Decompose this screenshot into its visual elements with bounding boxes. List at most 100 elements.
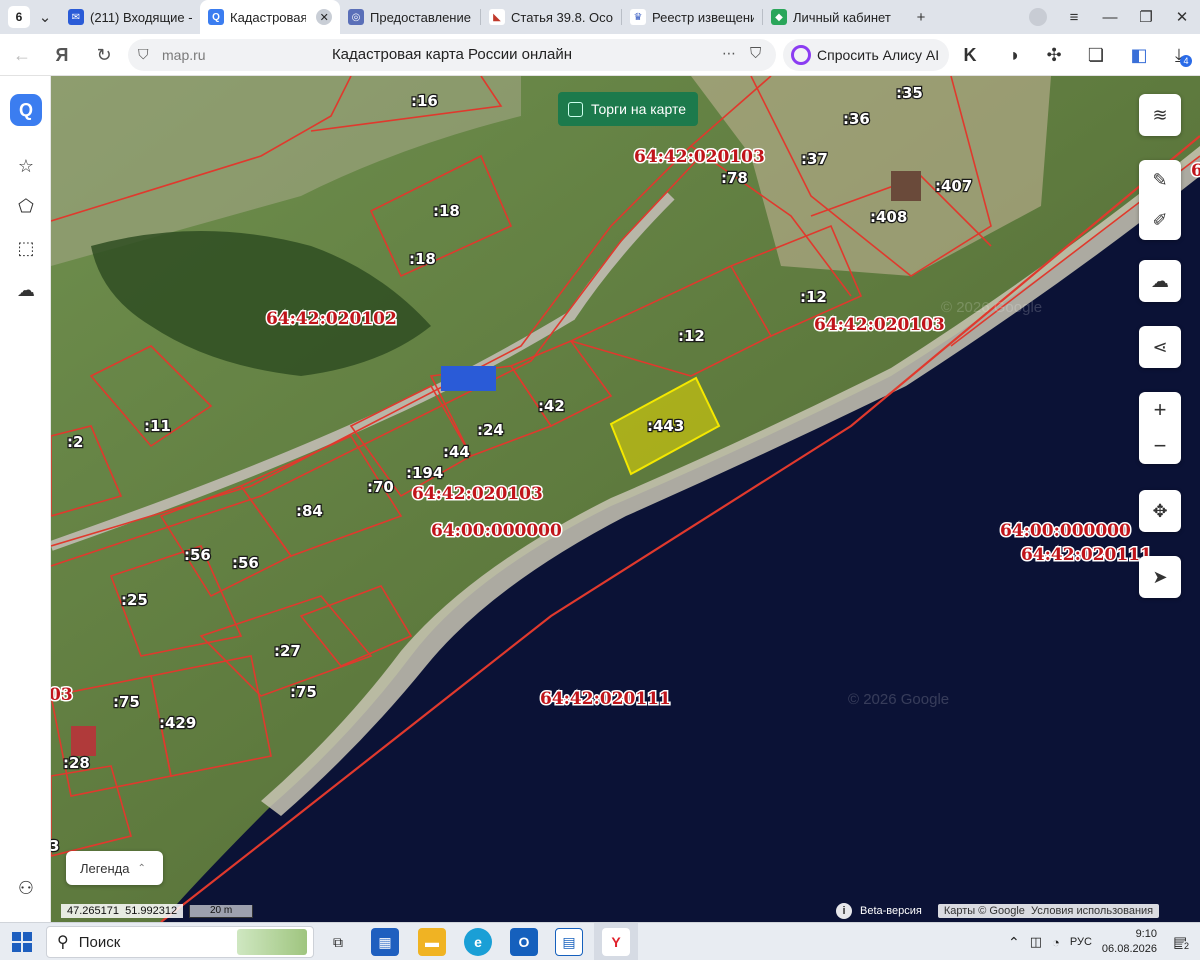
notifications-icon[interactable]: ▤ 2 <box>1173 933 1191 951</box>
notification-count: 2 <box>1181 941 1191 951</box>
task-view-icon[interactable]: ⧉ <box>324 928 352 956</box>
parcel-label: :18 <box>433 202 460 220</box>
parcel-label-partial: 3 <box>51 837 59 855</box>
tab-cabinet[interactable]: ◆ Личный кабинет <box>763 0 903 34</box>
keyboard-icon[interactable]: ◫ <box>1030 934 1042 950</box>
downloads-icon[interactable]: ⤓ 4 <box>1167 43 1192 67</box>
flag-icon: ◣ <box>489 9 505 25</box>
edit-icon[interactable]: ✐ <box>1139 200 1181 240</box>
tab-count-button[interactable]: 6 <box>8 6 30 28</box>
zoom-out-icon[interactable]: − <box>1139 428 1181 464</box>
back-icon[interactable]: ← <box>2 35 42 75</box>
coordinates-box: 47.265171 51.992312 <box>61 904 184 918</box>
outlook-icon[interactable]: O <box>510 928 538 956</box>
cabinet-icon: ◆ <box>771 9 787 25</box>
auctions-on-map-toggle[interactable]: Торги на карте <box>558 92 698 126</box>
menu-icon[interactable]: ≡ <box>1056 0 1092 34</box>
translate-icon[interactable]: ◧ <box>1127 43 1151 67</box>
parcel-label-selected: :443 <box>647 417 684 435</box>
tab-list-chevron-icon[interactable]: ⌄ <box>30 0 60 34</box>
edge-icon[interactable]: e <box>464 928 492 956</box>
parcel-label: :11 <box>144 417 171 435</box>
tab-label: (211) Входящие - <box>90 9 192 25</box>
collections-icon[interactable]: ❏ <box>1084 43 1108 67</box>
mail-icon: ✉ <box>68 9 84 25</box>
windows-start-icon[interactable] <box>12 932 32 952</box>
longitude: 51.992312 <box>125 905 178 917</box>
pan-control: ✥ <box>1139 490 1181 532</box>
tab-label: Личный кабинет <box>793 9 891 25</box>
parcel-label: :37 <box>801 150 828 168</box>
tab-reestr[interactable]: ♛ Реестр извещени <box>622 0 762 34</box>
clock[interactable]: 9:10 06.08.2026 <box>1102 927 1157 957</box>
chevron-up-icon[interactable]: ⌃ <box>1008 934 1020 951</box>
app-logo-icon[interactable]: Q <box>10 94 42 126</box>
reload-icon[interactable]: ↻ <box>84 35 124 75</box>
ruler-icon[interactable]: ✎ <box>1139 160 1181 200</box>
zoom-in-icon[interactable]: + <box>1139 392 1181 428</box>
select-area-icon[interactable]: ⬚ <box>10 232 42 264</box>
windows-taskbar: ⚲ Поиск ⧉ ▦ ▬ e O ▤ Y ⌃ ◫ ◔ РУС 9:10 06.… <box>0 922 1200 960</box>
new-tab-icon[interactable]: + <box>903 0 939 34</box>
profile-icon[interactable] <box>1020 0 1056 34</box>
quarter-label: 64:00:000000 <box>1000 521 1131 541</box>
restore-icon[interactable]: ❐ <box>1128 0 1164 34</box>
map-canvas[interactable]: © 2026 Google © 2026 Google 64:42:020102… <box>51 76 1200 922</box>
share-icon[interactable]: ⋖ <box>1139 326 1181 368</box>
star-icon[interactable]: ☆ <box>10 150 42 182</box>
minimize-icon[interactable]: — <box>1092 0 1128 34</box>
quarter-label: 64:42:020103 <box>412 484 543 504</box>
puzzle-icon[interactable]: ✣ <box>1042 43 1066 67</box>
store-icon[interactable]: ▦ <box>371 928 399 956</box>
yandex-icon[interactable]: Я <box>42 35 82 75</box>
layers-icon[interactable]: ≋ <box>1139 94 1181 136</box>
cloud-upload-icon[interactable]: ☁ <box>1139 260 1181 302</box>
page-title: Кадастровая карта России онлайн <box>331 46 573 63</box>
terms-link[interactable]: Условия использования <box>1031 905 1153 917</box>
alice-label: Спросить Алису AI <box>817 47 940 63</box>
move-icon[interactable]: ✥ <box>1139 490 1181 532</box>
tab-article[interactable]: ◣ Статья 39.8. Особ <box>481 0 621 34</box>
tab-predostavlenie[interactable]: ◎ Предоставление <box>340 0 480 34</box>
navigation-arrow-icon[interactable]: ➤ <box>1139 556 1181 598</box>
network-icon[interactable]: ◔ <box>1052 935 1060 950</box>
parcel-label: :408 <box>870 208 907 226</box>
map-app-icon: Q <box>208 9 224 25</box>
url-field[interactable]: ⛉ map.ru Кадастровая карта России онлайн… <box>128 39 776 71</box>
polygon-icon[interactable]: ⬠ <box>10 190 42 222</box>
quarter-label-partial: 03 <box>51 685 73 705</box>
tab-label: Реестр извещени <box>652 9 754 25</box>
cloud-icon[interactable]: ☁ <box>10 274 42 306</box>
quarter-label-partial: 6 <box>1191 161 1200 181</box>
more-icon[interactable]: ⋯ <box>722 45 736 62</box>
word-doc-icon[interactable]: ▤ <box>555 928 583 956</box>
parcel-label: :16 <box>411 92 438 110</box>
taskbar-active-app[interactable]: Y <box>594 923 638 960</box>
extension-dark-icon[interactable]: ◗ <box>1003 43 1027 67</box>
kinopoisk-icon[interactable]: K <box>958 43 982 67</box>
ask-alice-button[interactable]: Спросить Алису AI <box>783 39 950 71</box>
parcel-label: :194 <box>406 464 443 482</box>
quarter-label: 64:00:000000 <box>431 521 562 541</box>
bookmark-icon[interactable]: ⛉ <box>750 45 761 62</box>
tab-label: Кадастровая к <box>230 9 307 25</box>
tab-mail[interactable]: ✉ (211) Входящие - <box>60 0 200 34</box>
file-explorer-icon[interactable]: ▬ <box>418 928 446 956</box>
user-icon[interactable]: ⚇ <box>10 872 42 904</box>
parcel-label: :28 <box>63 754 90 772</box>
close-window-icon[interactable]: ✕ <box>1164 0 1200 34</box>
tab-cadastral-map[interactable]: Q Кадастровая к ✕ <box>200 0 340 34</box>
parcel-label: :12 <box>678 327 705 345</box>
checkbox-icon[interactable] <box>568 101 583 117</box>
close-tab-icon[interactable]: ✕ <box>316 9 332 25</box>
scale-bar: 20 m <box>189 904 254 918</box>
parcel-label: :75 <box>113 693 140 711</box>
info-icon[interactable]: i <box>836 903 852 919</box>
parcel-label: :42 <box>538 397 565 415</box>
browser-tab-strip: 6 ⌄ ✉ (211) Входящие - Q Кадастровая к ✕… <box>0 0 1200 34</box>
taskbar-search[interactable]: ⚲ Поиск <box>46 926 314 958</box>
yandex-browser-icon[interactable]: Y <box>602 928 630 956</box>
language-indicator[interactable]: РУС <box>1070 936 1092 948</box>
coordinates-readout: 47.265171 51.992312 20 m <box>61 902 254 920</box>
legend-button[interactable]: Легенда ⌃ <box>66 851 163 885</box>
